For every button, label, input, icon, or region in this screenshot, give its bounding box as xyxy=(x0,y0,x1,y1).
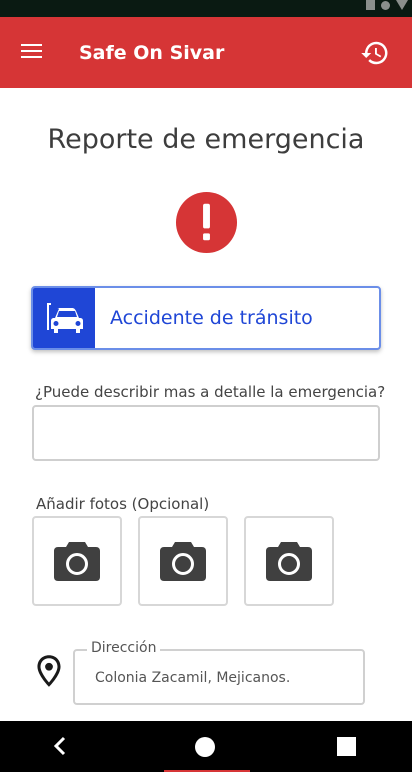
photo-slot-1[interactable] xyxy=(32,516,122,606)
system-nav-bar xyxy=(0,721,412,772)
exclamation-circle-icon xyxy=(175,191,238,254)
emergency-type-card[interactable]: Accidente de tránsito xyxy=(31,286,381,350)
photo-slot-3[interactable] xyxy=(244,516,334,606)
app-bar: Safe On Sivar xyxy=(0,17,412,88)
signal-icon xyxy=(366,0,375,10)
address-field[interactable]: Dirección Colonia Zacamil, Mejicanos. xyxy=(73,640,365,705)
address-label: Dirección xyxy=(87,640,161,656)
camera-icon xyxy=(160,542,206,581)
camera-icon xyxy=(54,542,100,581)
battery-icon xyxy=(396,0,408,10)
recents-icon[interactable] xyxy=(337,737,356,756)
page-title: Reporte de emergencia xyxy=(47,124,365,155)
photo-slot-2[interactable] xyxy=(138,516,228,606)
emergency-type-icon-box xyxy=(33,288,95,348)
car-icon xyxy=(47,303,83,333)
home-icon[interactable] xyxy=(195,737,215,757)
status-bar xyxy=(0,0,412,17)
wifi-icon xyxy=(381,1,390,10)
history-icon[interactable] xyxy=(360,38,390,68)
address-value[interactable]: Colonia Zacamil, Mejicanos. xyxy=(95,670,290,686)
description-input[interactable] xyxy=(32,405,380,461)
location-pin-icon xyxy=(37,655,61,687)
status-icons xyxy=(366,0,408,11)
camera-icon xyxy=(266,542,312,581)
app-title: Safe On Sivar xyxy=(79,42,225,64)
menu-icon[interactable] xyxy=(21,44,42,59)
back-icon[interactable] xyxy=(46,732,74,760)
emergency-type-label: Accidente de tránsito xyxy=(110,307,313,329)
photos-label: Añadir fotos (Opcional) xyxy=(36,495,210,513)
description-label: ¿Puede describir mas a detalle la emerge… xyxy=(35,383,386,401)
